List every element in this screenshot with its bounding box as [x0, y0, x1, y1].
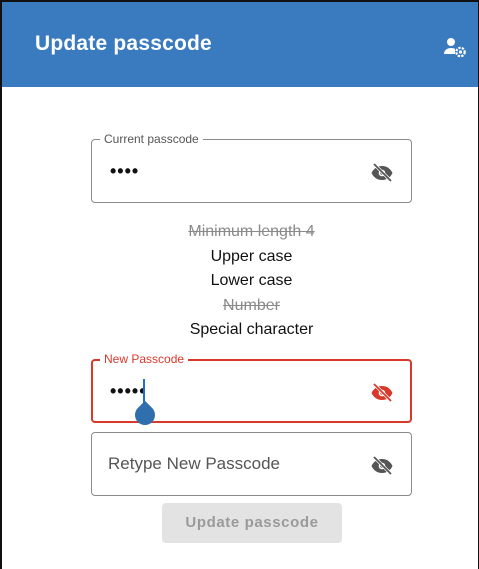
- requirement-special-character: Special character: [189, 321, 314, 338]
- new-passcode-value[interactable]: •••••: [110, 381, 147, 402]
- current-passcode-label: Current passcode: [100, 131, 203, 147]
- requirement-number: Number: [223, 296, 280, 314]
- new-passcode-label: New Passcode: [100, 351, 189, 367]
- current-passcode-field[interactable]: Current passcode ••••: [91, 131, 412, 203]
- cursor-drag-handle[interactable]: [130, 400, 160, 430]
- retype-passcode-field[interactable]: Retype New Passcode: [91, 432, 412, 496]
- requirement-min-length: Minimum length 4: [188, 223, 315, 240]
- requirement-lower-case: Lower case: [210, 272, 293, 289]
- eye-off-icon[interactable]: [370, 380, 394, 404]
- update-passcode-button[interactable]: Update passcode: [162, 503, 342, 543]
- retype-passcode-placeholder[interactable]: Retype New Passcode: [108, 454, 280, 474]
- eye-off-icon[interactable]: [370, 160, 394, 184]
- account-settings-icon[interactable]: [443, 35, 467, 59]
- screen: Update passcode Current passcode •••• Mi…: [0, 0, 479, 569]
- requirement-upper-case: Upper case: [210, 247, 293, 265]
- page-title: Update passcode: [35, 32, 212, 55]
- passcode-requirements-list: Minimum length 4 Upper case Lower case N…: [91, 220, 412, 343]
- new-passcode-field[interactable]: New Passcode •••••: [91, 351, 412, 430]
- eye-off-icon[interactable]: [370, 453, 394, 477]
- app-bar: Update passcode: [2, 0, 478, 87]
- current-passcode-value[interactable]: ••••: [110, 161, 139, 182]
